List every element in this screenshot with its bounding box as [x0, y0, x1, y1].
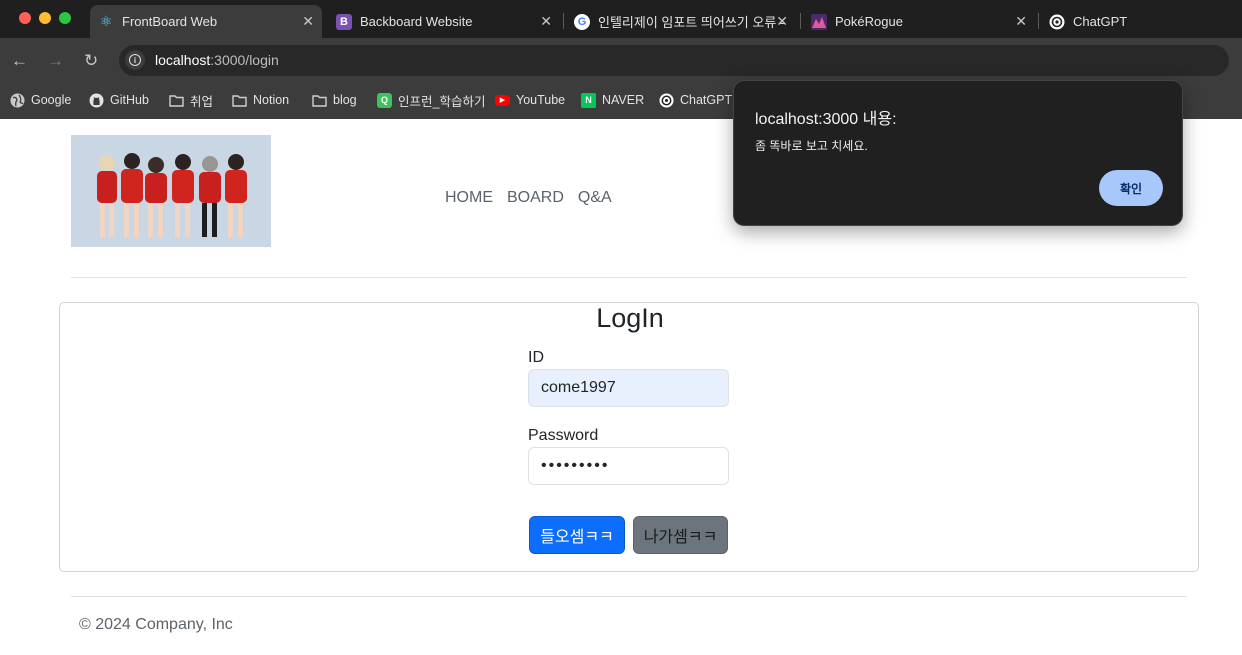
bookmark-naver[interactable]: N NAVER	[581, 90, 644, 110]
footer-divider	[71, 596, 1187, 597]
bookmark-folder-notion[interactable]: Notion	[232, 90, 289, 110]
close-icon[interactable]: ✕	[776, 13, 788, 30]
tab-divider	[1038, 13, 1039, 29]
login-title: LogIn	[596, 303, 664, 333]
url-text[interactable]: localhost:3000/login	[155, 52, 279, 68]
react-icon: ⚛	[99, 13, 113, 29]
reload-icon[interactable]: ↻	[84, 51, 98, 71]
back-arrow-icon[interactable]: ←	[11, 51, 28, 71]
folder-icon	[312, 93, 327, 108]
browser-toolbar: ← → ↻ i localhost:3000/login	[0, 38, 1242, 84]
tab-divider	[800, 13, 801, 29]
tab-chatgpt[interactable]: ChatGPT	[1041, 5, 1221, 38]
footer-copyright: © 2024 Company, Inc	[79, 616, 233, 633]
folder-icon	[232, 93, 247, 108]
close-icon[interactable]: ✕	[1015, 13, 1027, 30]
tab-title: ChatGPT	[1073, 14, 1128, 29]
login-submit-button[interactable]: 들오셈ㅋㅋ	[529, 516, 625, 554]
folder-icon	[169, 93, 184, 108]
tab-divider	[563, 13, 564, 29]
bookmark-inflearn[interactable]: Q 인프런_학습하기	[377, 90, 485, 110]
site-info-icon[interactable]: i	[125, 50, 145, 70]
tab-title: Backboard Website	[360, 14, 473, 29]
google-icon: G	[574, 13, 590, 30]
alert-ok-button[interactable]: 확인	[1099, 170, 1163, 206]
main-nav: HOME BOARD Q&A	[445, 189, 612, 207]
login-form-card: LogIn ID Password 들오셈ㅋㅋ 나가셈ㅋㅋ	[59, 302, 1199, 572]
globe-icon	[10, 93, 25, 108]
hero-group-photo	[71, 135, 271, 247]
nav-qa-link[interactable]: Q&A	[578, 189, 612, 207]
id-label: ID	[528, 349, 544, 366]
inflearn-icon: Q	[377, 92, 392, 108]
tab-backboard[interactable]: B Backboard Website ✕	[328, 5, 560, 38]
id-input[interactable]	[528, 369, 729, 407]
bookmark-chatgpt[interactable]: ChatGPT	[659, 90, 732, 110]
minimize-window-button[interactable]	[39, 12, 51, 24]
tab-title: 인텔리제이 임포트 띄어쓰기 오류 -	[598, 15, 785, 30]
chatgpt-icon	[659, 92, 674, 108]
forward-arrow-icon[interactable]: →	[47, 51, 64, 71]
password-label: Password	[528, 427, 599, 444]
nav-board-link[interactable]: BOARD	[507, 189, 564, 207]
tab-frontboard[interactable]: ⚛ FrontBoard Web ✕	[90, 5, 322, 38]
close-icon[interactable]: ✕	[540, 13, 552, 30]
tab-pokerogue[interactable]: PokéRogue ✕	[803, 5, 1035, 38]
bootstrap-icon: B	[336, 13, 352, 30]
youtube-icon: ▶	[495, 94, 510, 106]
pokerogue-icon	[811, 13, 827, 30]
bookmark-youtube[interactable]: ▶ YouTube	[495, 90, 565, 110]
exit-button[interactable]: 나가셈ㅋㅋ	[633, 516, 728, 554]
bookmark-folder-jobs[interactable]: 취업	[169, 90, 213, 110]
close-icon[interactable]: ✕	[302, 13, 314, 30]
header-divider	[71, 277, 1187, 278]
bookmark-github[interactable]: GitHub	[89, 90, 149, 110]
alert-title: localhost:3000 내용:	[755, 111, 897, 128]
maximize-window-button[interactable]	[59, 12, 71, 24]
naver-icon: N	[581, 92, 596, 108]
alert-message: 좀 똑바로 보고 치세요.	[755, 139, 868, 153]
tab-google[interactable]: G 인텔리제이 임포트 띄어쓰기 오류 - ✕	[566, 5, 796, 38]
chatgpt-icon	[1049, 14, 1065, 30]
address-bar[interactable]: i localhost:3000/login	[119, 45, 1229, 76]
tab-bar: ⚛ FrontBoard Web ✕ B Backboard Website ✕…	[0, 0, 1242, 38]
tab-title: PokéRogue	[835, 14, 903, 29]
close-window-button[interactable]	[19, 12, 31, 24]
alert-dialog: localhost:3000 내용: 좀 똑바로 보고 치세요. 확인	[733, 80, 1183, 226]
bookmark-folder-blog[interactable]: blog	[312, 90, 357, 110]
github-icon	[89, 93, 104, 108]
tab-title: FrontBoard Web	[122, 14, 218, 29]
nav-home-link[interactable]: HOME	[445, 189, 493, 207]
bookmark-google[interactable]: Google	[10, 90, 71, 110]
password-input[interactable]	[528, 447, 729, 485]
